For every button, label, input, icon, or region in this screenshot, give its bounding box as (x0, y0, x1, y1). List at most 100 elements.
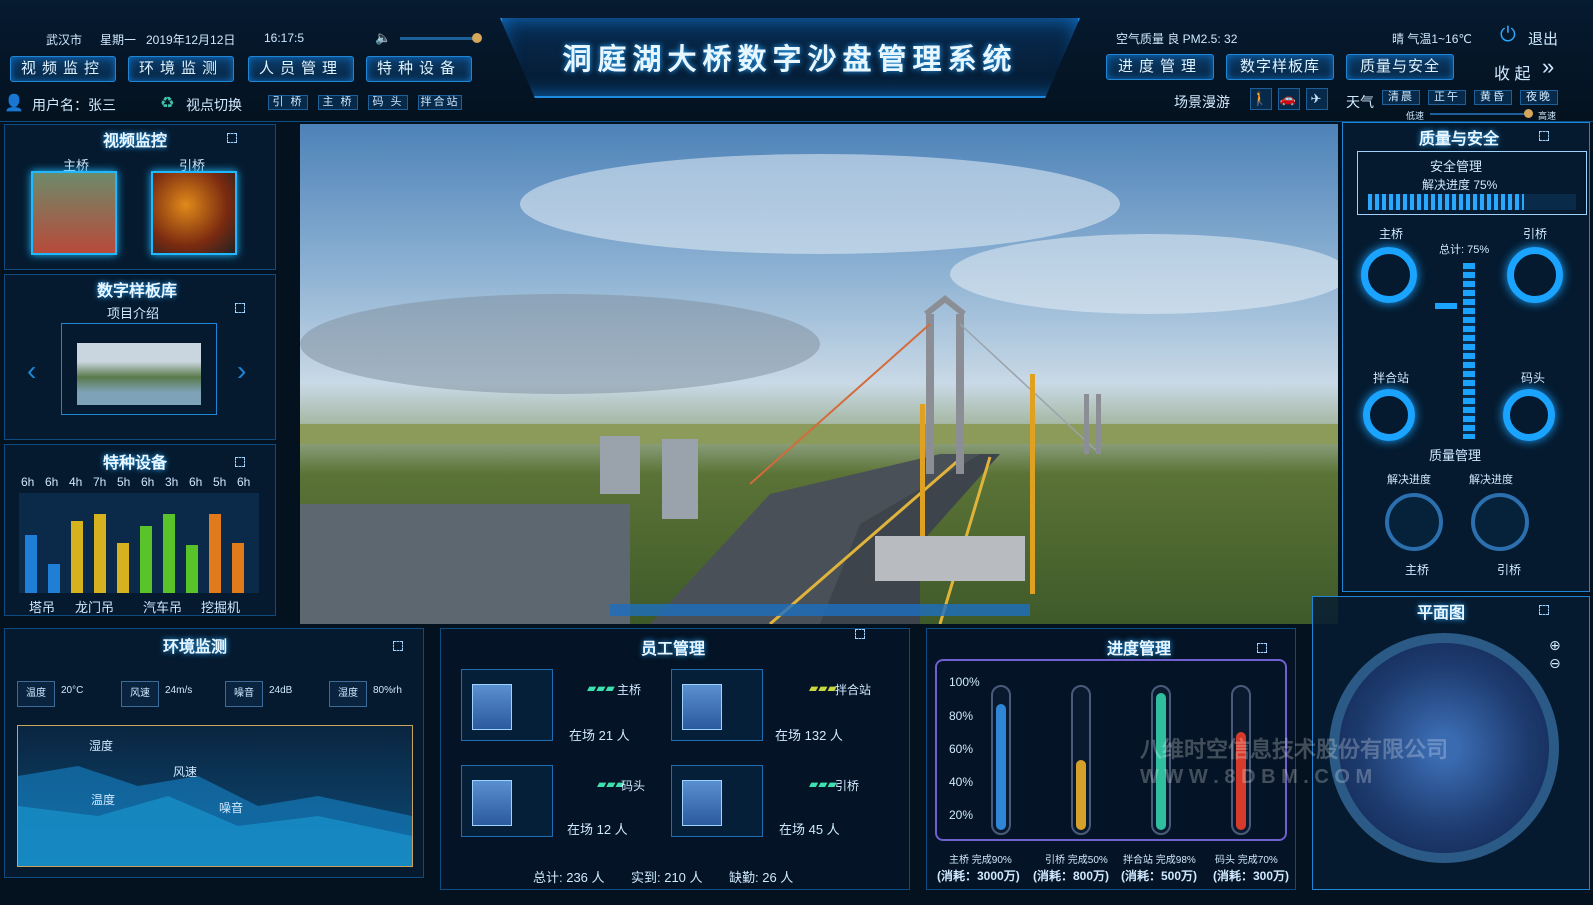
weather-dusk[interactable]: 黄昏 (1474, 90, 1512, 105)
volume-knob[interactable] (472, 33, 482, 43)
volume-slider[interactable] (400, 33, 482, 43)
eq-bar (163, 514, 175, 593)
expand-icon[interactable] (227, 133, 237, 143)
progress-caption: 拌合站 完成98% (1123, 855, 1196, 866)
library-title: 数字样板库 (97, 283, 178, 300)
progress-tick: 60% (949, 742, 974, 756)
scene-roam-label: 场景漫游 (1174, 94, 1230, 110)
volume-icon[interactable]: 🔈 (375, 30, 391, 46)
eq-hour-label: 3h (165, 475, 179, 489)
ring-dock (1503, 389, 1555, 441)
view-approach[interactable]: 引 桥 (268, 95, 308, 110)
gauge-label: 解决进度 (1469, 474, 1513, 486)
watermark-text: 八维时空信息技术股份有限公司 (1140, 737, 1449, 762)
eq-bar (232, 543, 244, 593)
progress-cost: (消耗：3000万) (937, 869, 1020, 883)
expand-icon[interactable] (235, 457, 245, 467)
nav-environment[interactable]: 环境监测 (128, 56, 234, 82)
collapse-button[interactable]: 收 起 (1494, 60, 1530, 84)
eq-hour-label: 6h (189, 475, 203, 489)
equipment-panel: 特种设备 6h 6h 4h 7h 5h 6h 3h 6h 5h 6h 塔吊 龙门吊 汽车吊 挖掘机 (4, 444, 276, 616)
signal-icon: ▰▰▰ (809, 681, 837, 695)
staff-count-approach: 在场 45 人 (779, 822, 840, 837)
staff-site-approach: 引桥 (835, 779, 860, 793)
speed-low-label: 低速 (1406, 111, 1425, 121)
scene-art (300, 154, 1338, 624)
walk-icon[interactable]: 🚶 (1250, 88, 1272, 110)
eq-label-gantry: 龙门吊 (75, 600, 115, 615)
staff-present: 实到: 210 人 (631, 870, 703, 885)
staff-avatar (472, 780, 512, 826)
view-main[interactable]: 主 桥 (318, 95, 358, 110)
zoom-out-icon[interactable]: ⊖ (1549, 655, 1561, 672)
expand-icon[interactable] (1257, 643, 1267, 653)
staff-card-main[interactable] (461, 669, 553, 741)
staff-card-mixing[interactable] (671, 669, 763, 741)
nav-video[interactable]: 视频监控 (10, 56, 116, 82)
video-title: 视频监控 (103, 133, 168, 150)
time-label: 16:17:5 (264, 31, 305, 45)
chevron-right-icon[interactable]: › (237, 355, 246, 387)
environment-chart (17, 725, 413, 867)
signal-icon: ▰▰▰ (587, 681, 615, 695)
ring-approach (1507, 247, 1563, 303)
plane-icon[interactable]: ✈ (1306, 88, 1328, 110)
expand-icon[interactable] (855, 629, 865, 639)
watermark-url: W W W . 8 D B M . C O M (1140, 766, 1373, 788)
env-chart-label-noise: 噪音 (219, 801, 244, 815)
weather-night[interactable]: 夜晚 (1520, 90, 1558, 105)
weekday-label: 星期一 (100, 33, 137, 47)
weather-noon[interactable]: 正午 (1428, 90, 1466, 105)
progress-tick: 80% (949, 709, 974, 723)
environment-title: 环境监测 (163, 639, 228, 656)
cam-approach-feed[interactable] (151, 171, 237, 255)
gauge-label: 解决进度 (1387, 474, 1431, 486)
view-dock[interactable]: 码 头 (368, 95, 408, 110)
equipment-chart (19, 493, 259, 593)
gauge-site: 主桥 (1405, 563, 1430, 577)
safety-title: 安全管理 (1430, 159, 1483, 174)
bridge-3d-scene[interactable] (300, 124, 1338, 624)
weather-morning[interactable]: 清晨 (1382, 90, 1420, 105)
logout-button[interactable]: 退出 (1528, 28, 1558, 49)
eq-label-truck: 汽车吊 (143, 600, 183, 615)
cam-main-feed[interactable] (31, 171, 117, 255)
car-icon[interactable]: 🚗 (1278, 88, 1300, 110)
project-thumbnail[interactable] (77, 343, 201, 405)
speed-slider[interactable] (1430, 109, 1533, 118)
eq-hour-label: 6h (237, 475, 251, 489)
expand-icon[interactable] (1539, 605, 1549, 615)
city-label: 武汉市 (46, 33, 83, 47)
nav-quality[interactable]: 质量与安全 (1346, 54, 1454, 80)
nav-staff[interactable]: 人员管理 (248, 56, 354, 82)
eq-label-tower: 塔吊 (29, 600, 56, 615)
progress-title: 进度管理 (1107, 641, 1172, 658)
nav-library[interactable]: 数字样板库 (1226, 54, 1334, 80)
eq-bar (186, 545, 198, 593)
view-mixing[interactable]: 拌合站 (418, 95, 462, 110)
staff-card-dock[interactable] (461, 765, 553, 837)
expand-icon[interactable] (393, 641, 403, 651)
speed-knob[interactable] (1524, 109, 1533, 118)
zoom-in-icon[interactable]: ⊕ (1549, 637, 1561, 654)
chevron-left-icon[interactable]: ‹ (27, 355, 36, 387)
plan-title: 平面图 (1417, 605, 1466, 622)
signal-icon: ▰▰▰ (809, 777, 837, 791)
air-quality: 空气质量 良 PM2.5: 32 (1116, 32, 1238, 46)
eq-hour-label: 6h (21, 475, 35, 489)
top-bar: 武汉市 星期一 2019年12月12日 16:17:5 🔈 视频监控 环境监测 … (0, 0, 1593, 122)
library-panel: 数字样板库 项目介绍 ‹ › (4, 274, 276, 440)
nav-equipment[interactable]: 特种设备 (366, 56, 472, 82)
expand-icon[interactable] (1539, 131, 1549, 141)
ring-main (1361, 247, 1417, 303)
power-icon[interactable]: ⏻ (1500, 24, 1516, 47)
staff-card-approach[interactable] (671, 765, 763, 837)
env-chip-humidity-value: 80%rh (373, 685, 402, 696)
progress-caption: 主桥 完成90% (949, 855, 1012, 866)
nav-progress[interactable]: 进度管理 (1106, 54, 1214, 80)
expand-icon[interactable] (235, 303, 245, 313)
chevron-right-icon[interactable]: » (1542, 54, 1554, 80)
staff-title: 员工管理 (641, 641, 706, 658)
quality-panel: 质量与安全 安全管理 解决进度 75% 主桥 引桥 总计: 75% 拌合站 码头… (1342, 122, 1590, 592)
staff-absent: 缺勤: 26 人 (729, 870, 794, 885)
